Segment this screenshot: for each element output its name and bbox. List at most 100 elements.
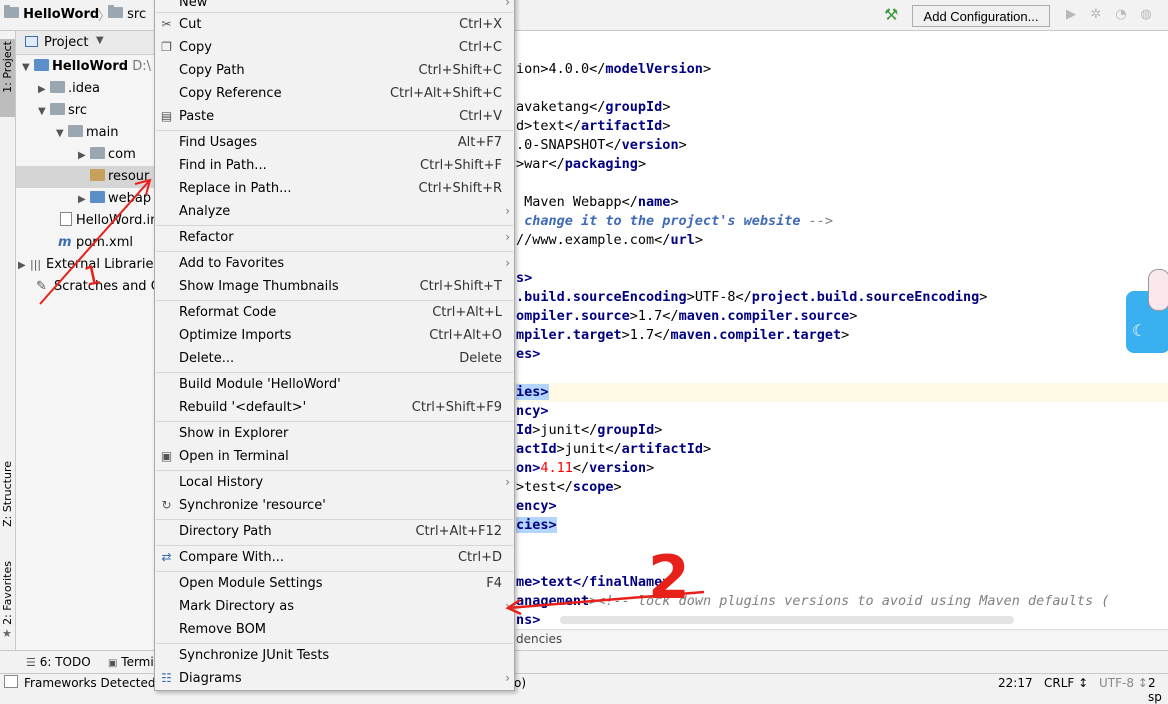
tree-row-src[interactable]: ▼ src (38, 100, 87, 122)
status-message[interactable]: Frameworks Detected (24, 676, 156, 690)
menu-item-copy-reference[interactable]: Copy Reference Ctrl+Alt+Shift+C (155, 82, 514, 105)
menu-item-add-to-favorites[interactable]: Add to Favorites › (155, 252, 514, 275)
menu-item-find-in-path[interactable]: Find in Path... Ctrl+Shift+F (155, 154, 514, 177)
code-line[interactable]: d>text</artifactId> (516, 117, 670, 136)
todo-tool-button[interactable]: ☰ 6: TODO (26, 655, 91, 669)
menu-item-rebuild[interactable]: Rebuild '<default>' Ctrl+Shift+F9 (155, 396, 514, 419)
code-line[interactable]: >test</scope> (516, 478, 622, 497)
project-view-selector[interactable]: Project (44, 35, 88, 50)
expand-arrow-icon[interactable]: ▼ (56, 123, 68, 145)
tool-tab-project[interactable]: 1: Project (1, 41, 14, 93)
code-line[interactable]: actId>junit</artifactId> (516, 440, 711, 459)
menu-item-refactor[interactable]: Refactor › (155, 226, 514, 249)
expand-arrow-icon[interactable]: ▼ (38, 101, 50, 123)
menu-item-copy[interactable]: ❐ Copy Ctrl+C (155, 36, 514, 59)
breadcrumb-src[interactable]: src (108, 5, 146, 22)
code-line[interactable]: .build.sourceEncoding>UTF-8</project.bui… (516, 288, 987, 307)
indent-setting[interactable]: 2 sp (1148, 676, 1168, 704)
code-line[interactable]: ency> (516, 497, 557, 516)
menu-item-cut[interactable]: ✂ Cut Ctrl+X (155, 13, 514, 36)
menu-item-label: Show Image Thumbnails (179, 279, 339, 294)
menu-item-compare-with[interactable]: ⇄ Compare With... Ctrl+D (155, 546, 514, 569)
collapse-arrow-icon[interactable]: ▶ (18, 255, 30, 277)
code-line[interactable]: //www.example.com</url> (516, 231, 703, 250)
tree-row-pom[interactable]: m pom.xml (58, 232, 133, 254)
menu-item-diagrams[interactable]: ☷ Diagrams › (155, 667, 514, 690)
code-line[interactable]: Maven Webapp</name> (516, 193, 678, 212)
tree-row-scratches[interactable]: ✎ Scratches and C (36, 276, 155, 298)
tree-row-idea[interactable]: ▶ .idea (38, 78, 100, 100)
code-line[interactable]: cies> (516, 516, 557, 535)
code-line[interactable]: ompiler.source>1.7</maven.compiler.sourc… (516, 307, 857, 326)
tree-row-main[interactable]: ▼ main (56, 122, 118, 144)
mascot-widget[interactable]: ☾ (1126, 269, 1168, 353)
tree-row-iml[interactable]: HelloWord.in (60, 210, 155, 232)
tool-tab-structure[interactable]: Z: Structure (1, 461, 14, 527)
code-line[interactable]: on>4.11</version> (516, 459, 654, 478)
menu-item-find-usages[interactable]: Find Usages Alt+F7 (155, 131, 514, 154)
code-line[interactable]: .0-SNAPSHOT</version> (516, 136, 687, 155)
submenu-arrow-icon: › (505, 475, 510, 489)
code-line[interactable]: ns> (516, 611, 540, 629)
menu-item-paste[interactable]: ▤ Paste Ctrl+V (155, 105, 514, 128)
code-line[interactable]: Id>junit</groupId> (516, 421, 662, 440)
terminal-tool-button[interactable]: ▣ Termi (108, 655, 154, 669)
menu-item-build-module[interactable]: Build Module 'HelloWord' (155, 373, 514, 396)
tree-row-root[interactable]: ▼ HelloWord D:\ (22, 56, 151, 78)
collapse-arrow-icon[interactable]: ▶ (38, 79, 50, 101)
file-encoding[interactable]: UTF-8 ↕ (1099, 676, 1148, 690)
tree-row-external-libraries[interactable]: ▶ ||| External Librarie (18, 254, 153, 276)
menu-item-analyze[interactable]: Analyze › (155, 200, 514, 223)
menu-item-sync-junit[interactable]: Synchronize JUnit Tests (155, 644, 514, 667)
debug-icon[interactable]: ✲ (1089, 8, 1103, 22)
menu-item-optimize-imports[interactable]: Optimize Imports Ctrl+Alt+O (155, 324, 514, 347)
menu-item-directory-path[interactable]: Directory Path Ctrl+Alt+F12 (155, 520, 514, 543)
menu-item-mark-directory-as[interactable]: Mark Directory as › (155, 595, 514, 618)
editor-breadcrumb-label[interactable]: dencies (516, 632, 562, 646)
code-line[interactable]: me>text</finalName> (516, 573, 670, 592)
code-line[interactable]: avaketang</groupId> (516, 98, 670, 117)
menu-item-copy-path[interactable]: Copy Path Ctrl+Shift+C (155, 59, 514, 82)
code-token: change it to the project's website (516, 213, 809, 229)
menu-item-label: Synchronize JUnit Tests (179, 648, 330, 663)
code-editor[interactable]: ion>4.0.0</modelVersion> avaketang</grou… (514, 31, 1168, 629)
status-frame-icon (4, 675, 18, 688)
breadcrumb-project[interactable]: HelloWord (4, 5, 99, 22)
tool-tab-favorites[interactable]: 2: Favorites (1, 561, 14, 625)
caret-position[interactable]: 22:17 (998, 676, 1033, 690)
menu-item-reformat-code[interactable]: Reformat Code Ctrl+Alt+L (155, 301, 514, 324)
expand-arrow-icon[interactable]: ▼ (22, 57, 34, 79)
tree-row-webapp[interactable]: ▶ webap (78, 188, 151, 210)
coverage-icon[interactable]: ◔ (1114, 8, 1128, 22)
horizontal-scrollbar[interactable] (560, 616, 1014, 624)
code-line[interactable]: es> (516, 345, 540, 364)
code-line[interactable]: >war</packaging> (516, 155, 646, 174)
profile-icon[interactable]: ◍ (1139, 8, 1153, 22)
tree-row-com[interactable]: ▶ com (78, 144, 136, 166)
code-line[interactable]: ies> (516, 383, 549, 402)
tree-row-resources[interactable]: resour (90, 166, 149, 188)
code-line[interactable]: change it to the project's website --> (516, 212, 833, 231)
menu-item-show-image-thumbnails[interactable]: Show Image Thumbnails Ctrl+Shift+T (155, 275, 514, 298)
menu-item-replace-in-path[interactable]: Replace in Path... Ctrl+Shift+R (155, 177, 514, 200)
menu-item-local-history[interactable]: Local History › (155, 471, 514, 494)
add-configuration-button[interactable]: Add Configuration... (912, 5, 1050, 27)
menu-item-open-in-terminal[interactable]: ▣ Open in Terminal (155, 445, 514, 468)
collapse-arrow-icon[interactable]: ▶ (78, 145, 90, 167)
code-line[interactable]: mpiler.target>1.7</maven.compiler.target… (516, 326, 849, 345)
code-line[interactable]: anagement><!-- lock down plugins version… (516, 592, 1109, 611)
dropdown-icon[interactable]: ▼ (96, 35, 104, 46)
run-icon[interactable]: ▶ (1064, 8, 1078, 22)
code-line[interactable]: ncy> (516, 402, 549, 421)
build-hammer-icon[interactable]: ⚒ (884, 7, 898, 23)
line-separator[interactable]: CRLF ↕ (1044, 676, 1088, 690)
code-line[interactable]: ion>4.0.0</modelVersion> (516, 60, 711, 79)
menu-item-open-module-settings[interactable]: Open Module Settings F4 (155, 572, 514, 595)
code-line[interactable]: s> (516, 269, 532, 288)
menu-item-remove-bom[interactable]: Remove BOM (155, 618, 514, 641)
menu-item-delete[interactable]: Delete... Delete (155, 347, 514, 370)
sync-icon: ↻ (161, 498, 172, 512)
menu-item-show-in-explorer[interactable]: Show in Explorer (155, 422, 514, 445)
menu-item-synchronize[interactable]: ↻ Synchronize 'resource' (155, 494, 514, 517)
collapse-arrow-icon[interactable]: ▶ (78, 189, 90, 211)
